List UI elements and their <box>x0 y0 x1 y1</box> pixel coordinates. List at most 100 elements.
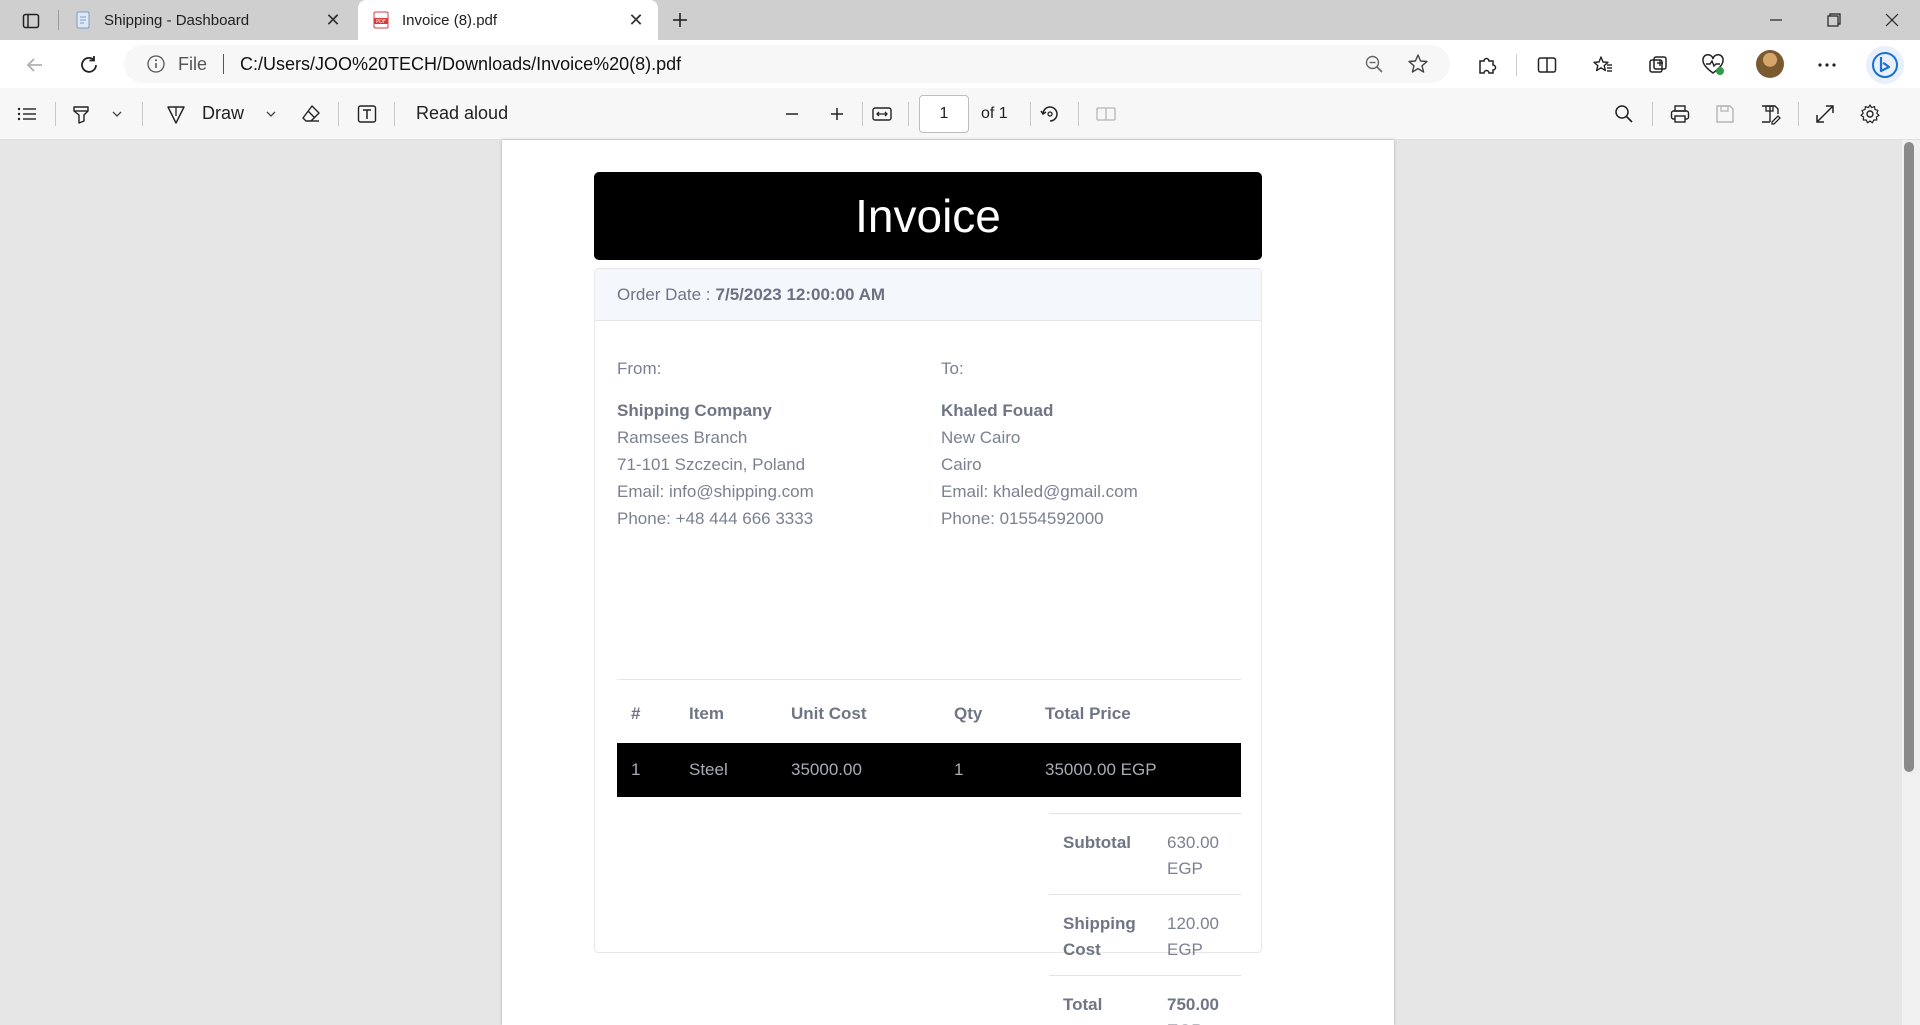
to-phone: Phone: 01554592000 <box>941 509 1104 528</box>
svg-text:PDF: PDF <box>376 19 386 25</box>
divider <box>1798 102 1799 126</box>
pdf-toolbar: Draw Read aloud 1 of 1 <box>0 88 1920 140</box>
tab-actions-icon[interactable] <box>14 8 48 34</box>
divider <box>338 102 339 126</box>
back-arrow-icon[interactable] <box>20 50 50 80</box>
total-label: Total <box>1063 995 1103 1014</box>
minimize-button[interactable] <box>1748 0 1804 40</box>
to-line2: Cairo <box>941 455 982 474</box>
divider <box>1030 102 1031 126</box>
divider <box>1078 102 1079 126</box>
from-line1: Ramsees Branch <box>617 428 748 447</box>
cell-item: Steel <box>689 760 728 779</box>
to-label: To: <box>941 359 964 378</box>
draw-icon[interactable] <box>163 101 189 127</box>
invoice-title: Invoice <box>594 172 1262 260</box>
order-date-label: Order Date : <box>617 284 711 304</box>
read-aloud-button[interactable]: Read aloud <box>416 103 508 124</box>
from-label: From: <box>617 359 662 378</box>
col-total-price: Total Price <box>1045 704 1131 723</box>
tab-title: Shipping - Dashboard <box>104 11 250 29</box>
star-icon[interactable] <box>1406 52 1430 76</box>
chevron-down-icon[interactable] <box>104 101 130 127</box>
col-number: # <box>631 704 641 723</box>
bing-icon[interactable] <box>1866 46 1904 84</box>
pdf-icon: PDF <box>372 11 390 29</box>
table-row: 1 Steel 35000.00 1 35000.00 EGP <box>617 743 1241 797</box>
cell-qty: 1 <box>954 760 964 779</box>
divider <box>223 54 225 74</box>
subtotal-label: Subtotal <box>1063 833 1131 852</box>
from-phone: Phone: +48 444 666 3333 <box>617 509 814 528</box>
pdf-page: Invoice Order Date : 7/5/2023 12:00:00 A… <box>502 140 1394 1025</box>
divider <box>142 102 143 126</box>
to-address: To: Khaled Fouad New Cairo Cairo Email: … <box>941 355 1138 532</box>
tab-invoice-pdf[interactable]: PDF Invoice (8).pdf ✕ <box>358 0 658 40</box>
info-icon[interactable] <box>146 54 166 74</box>
collections-icon[interactable] <box>1645 52 1671 78</box>
navigation-bar: File C:/Users/JOO%20TECH/Downloads/Invoi… <box>0 40 1920 88</box>
zoom-out-button[interactable] <box>779 101 805 127</box>
refresh-icon[interactable] <box>74 50 104 80</box>
avatar[interactable] <box>1756 50 1784 78</box>
document-icon <box>74 11 92 29</box>
subtotal-value: 630.00 EGP <box>1167 833 1219 878</box>
chevron-down-icon[interactable] <box>258 101 284 127</box>
split-screen-icon[interactable] <box>1534 52 1560 78</box>
text-box-icon[interactable] <box>354 101 380 127</box>
address-bar[interactable]: File C:/Users/JOO%20TECH/Downloads/Invoi… <box>124 45 1450 83</box>
cell-unit-cost: 35000.00 <box>791 760 862 779</box>
print-icon[interactable] <box>1667 101 1693 127</box>
shipping-cost-label: Shipping Cost <box>1063 914 1136 959</box>
from-address: From: Shipping Company Ramsees Branch 71… <box>617 355 814 532</box>
browser-essentials-icon[interactable] <box>1700 52 1726 78</box>
fit-width-icon[interactable] <box>869 101 895 127</box>
favorites-icon[interactable] <box>1590 52 1616 78</box>
shipping-cost-row: Shipping Cost 120.00 EGP <box>1049 894 1241 975</box>
new-tab-button[interactable] <box>666 6 694 34</box>
gear-icon[interactable] <box>1857 101 1883 127</box>
table-of-contents-icon[interactable] <box>14 101 40 127</box>
save-as-icon[interactable] <box>1757 101 1783 127</box>
total-row: Total 750.00 EGP <box>1049 975 1241 1025</box>
zoom-out-icon[interactable] <box>1362 52 1386 76</box>
order-date-value: 7/5/2023 12:00:00 AM <box>715 284 886 304</box>
from-name: Shipping Company <box>617 401 772 420</box>
close-window-button[interactable] <box>1864 0 1920 40</box>
url-text[interactable]: C:/Users/JOO%20TECH/Downloads/Invoice%20… <box>240 54 1362 75</box>
shipping-cost-value: 120.00 EGP <box>1167 914 1219 959</box>
from-email: Email: info@shipping.com <box>617 482 814 501</box>
eraser-icon[interactable] <box>298 101 324 127</box>
divider <box>394 102 395 126</box>
tab-shipping-dashboard[interactable]: Shipping - Dashboard ✕ <box>60 0 355 40</box>
divider <box>1652 102 1653 126</box>
draw-button[interactable]: Draw <box>202 103 244 124</box>
rotate-icon[interactable] <box>1037 101 1063 127</box>
cell-number: 1 <box>631 760 641 779</box>
page-view-icon[interactable] <box>1093 101 1119 127</box>
more-icon[interactable] <box>1814 52 1840 78</box>
col-qty: Qty <box>954 704 983 723</box>
col-item: Item <box>689 704 724 723</box>
col-unit-cost: Unit Cost <box>791 704 867 723</box>
divider <box>908 102 909 126</box>
close-icon[interactable]: ✕ <box>323 10 343 30</box>
scrollbar-thumb[interactable] <box>1904 142 1914 772</box>
puzzle-icon[interactable] <box>1474 52 1500 78</box>
fullscreen-icon[interactable] <box>1812 101 1838 127</box>
divider <box>617 679 1241 680</box>
close-icon[interactable]: ✕ <box>626 10 646 30</box>
restore-button[interactable] <box>1806 0 1862 40</box>
save-icon[interactable] <box>1712 101 1738 127</box>
totals-table: Subtotal 630.00 EGP Shipping Cost 120.00… <box>1049 813 1241 1025</box>
to-name: Khaled Fouad <box>941 401 1054 420</box>
to-email: Email: khaled@gmail.com <box>941 482 1138 501</box>
cell-total-price: 35000.00 EGP <box>1045 760 1157 779</box>
page-total: of 1 <box>981 105 1008 122</box>
zoom-in-button[interactable] <box>824 101 850 127</box>
items-table-header: # Item Unit Cost Qty Total Price <box>617 691 1241 737</box>
highlight-icon[interactable] <box>68 101 94 127</box>
page-number-input[interactable]: 1 <box>919 95 969 133</box>
search-icon[interactable] <box>1611 101 1637 127</box>
subtotal-row: Subtotal 630.00 EGP <box>1049 813 1241 894</box>
